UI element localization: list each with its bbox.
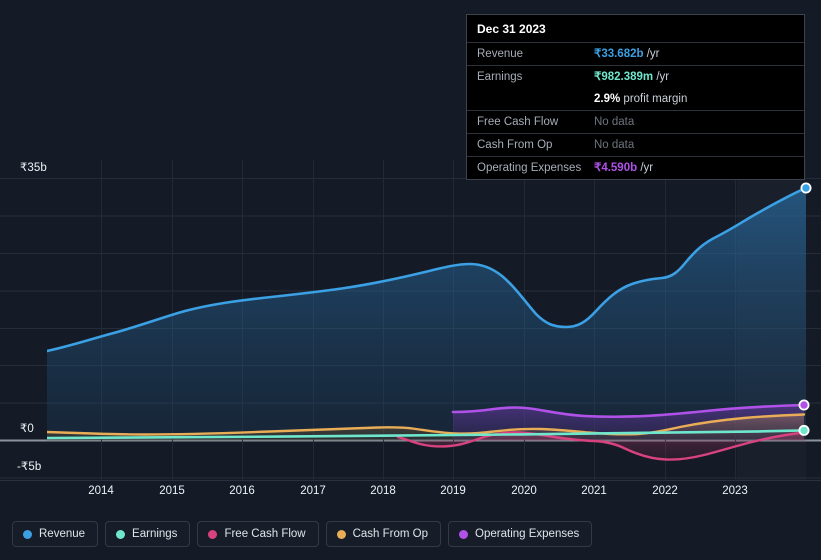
x-tick-label-2016: 2016 bbox=[229, 485, 255, 497]
tooltip-key-free-cash-flow: Free Cash Flow bbox=[477, 115, 594, 129]
legend-dot-earnings bbox=[116, 530, 125, 539]
x-tick-label-2015: 2015 bbox=[159, 485, 185, 497]
legend-label-operating-expenses: Operating Expenses bbox=[475, 528, 579, 540]
x-tick-label-2020: 2020 bbox=[511, 485, 537, 497]
endpoint-operating-expenses bbox=[799, 400, 808, 409]
tooltip-date: Dec 31 2023 bbox=[467, 15, 804, 42]
tooltip-value-profit-margin: 2.9% profit margin bbox=[594, 92, 687, 106]
x-tick-label-2023: 2023 bbox=[722, 485, 748, 497]
endpoint-earnings bbox=[799, 426, 808, 435]
tooltip-row-revenue: Revenue ₹33.682b /yr bbox=[467, 42, 804, 65]
endpoint-revenue bbox=[801, 183, 810, 192]
tooltip-key-cash-from-op: Cash From Op bbox=[477, 138, 594, 152]
y-tick-label-35b: ₹35b bbox=[20, 160, 47, 174]
legend-dot-operating-expenses bbox=[459, 530, 468, 539]
x-tick-label-2019: 2019 bbox=[440, 485, 466, 497]
x-tick-label-2014: 2014 bbox=[88, 485, 114, 497]
legend-label-earnings: Earnings bbox=[132, 528, 177, 540]
financial-chart: ₹35b ₹0 -₹5b 2014 2015 2016 2017 2018 20… bbox=[0, 0, 821, 560]
legend-item-revenue[interactable]: Revenue bbox=[12, 521, 98, 547]
x-tick-label-2022: 2022 bbox=[652, 485, 678, 497]
tooltip-row-free-cash-flow: Free Cash Flow No data bbox=[467, 110, 804, 133]
tooltip-key-operating-expenses: Operating Expenses bbox=[477, 161, 594, 175]
tooltip-key-revenue: Revenue bbox=[477, 47, 594, 61]
tooltip-row-earnings: Earnings ₹982.389m /yr bbox=[467, 65, 804, 88]
legend-dot-cash-from-op bbox=[337, 530, 346, 539]
x-tick-label-2017: 2017 bbox=[300, 485, 326, 497]
legend-label-revenue: Revenue bbox=[39, 528, 85, 540]
x-tick-label-2018: 2018 bbox=[370, 485, 396, 497]
chart-legend: Revenue Earnings Free Cash Flow Cash Fro… bbox=[12, 521, 592, 547]
y-tick-label-0: ₹0 bbox=[20, 421, 34, 435]
legend-item-free-cash-flow[interactable]: Free Cash Flow bbox=[197, 521, 318, 547]
y-tick-label-neg5b: -₹5b bbox=[17, 459, 41, 473]
legend-dot-revenue bbox=[23, 530, 32, 539]
series-area-revenue bbox=[47, 188, 806, 441]
legend-item-cash-from-op[interactable]: Cash From Op bbox=[326, 521, 441, 547]
legend-dot-free-cash-flow bbox=[208, 530, 217, 539]
tooltip-value-free-cash-flow: No data bbox=[594, 115, 634, 129]
x-tick-label-2021: 2021 bbox=[581, 485, 607, 497]
tooltip-row-operating-expenses: Operating Expenses ₹4.590b /yr bbox=[467, 156, 804, 179]
legend-label-cash-from-op: Cash From Op bbox=[353, 528, 428, 540]
legend-item-operating-expenses[interactable]: Operating Expenses bbox=[448, 521, 592, 547]
chart-tooltip: Dec 31 2023 Revenue ₹33.682b /yr Earning… bbox=[466, 14, 805, 180]
legend-label-free-cash-flow: Free Cash Flow bbox=[224, 528, 305, 540]
tooltip-value-operating-expenses: ₹4.590b /yr bbox=[594, 161, 653, 175]
legend-item-earnings[interactable]: Earnings bbox=[105, 521, 190, 547]
tooltip-value-earnings: ₹982.389m /yr bbox=[594, 70, 669, 84]
tooltip-value-cash-from-op: No data bbox=[594, 138, 634, 152]
tooltip-key-earnings: Earnings bbox=[477, 70, 594, 84]
tooltip-row-cash-from-op: Cash From Op No data bbox=[467, 133, 804, 156]
tooltip-row-profit-margin: 2.9% profit margin bbox=[467, 88, 804, 110]
tooltip-value-revenue: ₹33.682b /yr bbox=[594, 47, 660, 61]
